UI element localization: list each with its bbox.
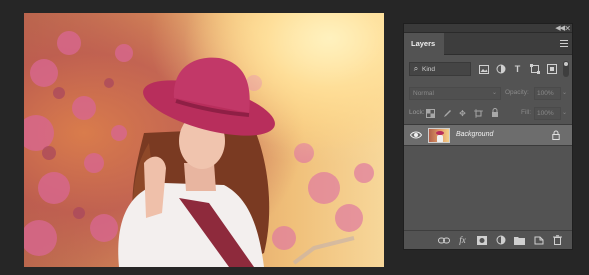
blend-mode-value: Normal	[413, 90, 434, 97]
panel-footer: fx	[404, 230, 572, 249]
image-filter-icon[interactable]	[477, 63, 490, 75]
panel-title-bar[interactable]: ◀◀ ✕	[404, 24, 572, 33]
opacity-label: Opacity:	[505, 89, 529, 96]
chevron-down-icon[interactable]: ⌄	[562, 109, 567, 116]
filter-kind-select[interactable]: ⌕ Kind	[409, 62, 471, 76]
tab-layers[interactable]: Layers	[404, 33, 444, 55]
photo-woman-in-pink-hat	[24, 13, 384, 267]
adjustment-layer-icon[interactable]	[494, 234, 507, 246]
blend-row: Normal ⌄ Opacity: 100% ⌄	[404, 84, 572, 102]
lock-label: Lock:	[409, 109, 425, 116]
lock-row: Lock: ✥ Fill: 100% ⌄	[404, 105, 572, 121]
collapse-panels-icon[interactable]: ◀◀	[555, 24, 565, 33]
lock-icon[interactable]	[552, 130, 560, 140]
lock-transparency-icon[interactable]	[424, 107, 437, 119]
fill-label: Fill:	[521, 109, 532, 116]
delete-layer-icon[interactable]	[551, 234, 564, 246]
filter-kind-label: Kind	[422, 65, 436, 73]
layer-name[interactable]: Background	[456, 131, 493, 138]
chevron-down-icon[interactable]: ⌄	[562, 89, 567, 96]
filter-icons: T	[477, 63, 558, 75]
document-canvas[interactable]	[24, 13, 384, 267]
filter-toggle-switch[interactable]	[563, 61, 569, 77]
smart-object-filter-icon[interactable]	[545, 63, 558, 75]
fill-field[interactable]: 100%	[534, 107, 561, 120]
new-layer-icon[interactable]	[532, 234, 545, 246]
lock-position-icon[interactable]: ✥	[456, 107, 469, 119]
lock-icons: ✥	[424, 107, 501, 119]
fx-icon[interactable]: fx	[456, 234, 469, 246]
close-icon[interactable]: ✕	[564, 24, 571, 33]
add-mask-icon[interactable]	[475, 234, 488, 246]
adjustment-filter-icon[interactable]	[494, 63, 507, 75]
shape-filter-icon[interactable]	[528, 63, 541, 75]
layer-thumbnail[interactable]	[428, 128, 450, 143]
layer-row-background[interactable]: Background	[404, 124, 572, 146]
opacity-field[interactable]: 100%	[534, 87, 561, 100]
lock-all-icon[interactable]	[488, 107, 501, 119]
eye-visibility-icon[interactable]	[410, 130, 422, 140]
lock-artboard-icon[interactable]	[472, 107, 485, 119]
photoshop-workspace: ◀◀ ✕ Layers ⌕ Kind T Normal ⌄ Opacity: 1…	[0, 0, 589, 275]
layer-filter-row: ⌕ Kind T	[404, 55, 572, 77]
panel-tab-bar: Layers	[404, 33, 572, 55]
search-icon: ⌕	[413, 64, 419, 73]
chevron-down-icon: ⌄	[491, 90, 497, 96]
blend-mode-select[interactable]: Normal ⌄	[409, 87, 501, 100]
type-filter-icon[interactable]: T	[511, 63, 524, 75]
lock-image-pixels-icon[interactable]	[440, 107, 453, 119]
layers-panel: ◀◀ ✕ Layers ⌕ Kind T Normal ⌄ Opacity: 1…	[403, 23, 573, 250]
link-layers-icon[interactable]	[437, 234, 450, 246]
new-group-icon[interactable]	[513, 234, 526, 246]
panel-menu-icon[interactable]	[560, 40, 568, 47]
